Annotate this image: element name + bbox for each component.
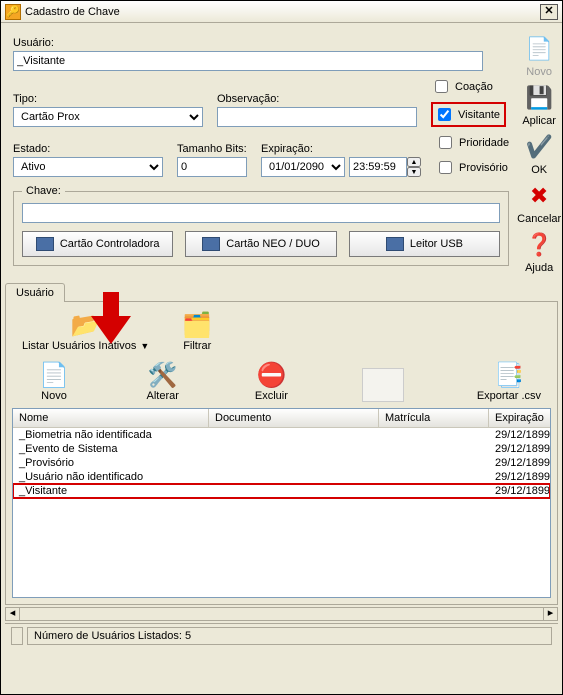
col-nome[interactable]: Nome: [13, 409, 209, 427]
users-listview[interactable]: Nome Documento Matrícula Expiração _Biom…: [12, 408, 551, 598]
listar-usuarios-inativos-button[interactable]: 📂 Listar Usuários Inativos▼: [22, 310, 149, 352]
ok-side-button[interactable]: ✔️OK: [517, 131, 561, 176]
cancel-icon: ✖: [523, 180, 555, 212]
save-icon: 💾: [523, 82, 555, 114]
chave-group: Chave: Cartão Controladora Cartão NEO / …: [13, 185, 509, 266]
col-documento[interactable]: Documento: [209, 409, 379, 427]
chave-legend: Chave:: [22, 185, 65, 197]
novo-side-button[interactable]: 📄Novo: [517, 33, 561, 78]
cell-matricula: [379, 470, 489, 484]
estado-label: Estado:: [13, 143, 163, 155]
help-icon: ❓: [523, 229, 555, 261]
scroll-right-icon[interactable]: ▸: [543, 608, 557, 620]
tamanho-label: Tamanho Bits:: [177, 143, 247, 155]
cell-matricula: [379, 484, 489, 498]
card-icon: [202, 237, 220, 251]
card-icon: [386, 237, 404, 251]
window: 🔑 Cadastro de Chave ✕ Usuário: Tipo: Car…: [0, 0, 563, 695]
cell-expiracao: 29/12/1899: [489, 484, 550, 498]
table-row[interactable]: _Biometria não identificada 29/12/1899: [13, 428, 550, 442]
window-title: Cadastro de Chave: [25, 6, 540, 18]
tipo-label: Tipo:: [13, 93, 203, 105]
prioridade-checkbox[interactable]: Prioridade: [435, 133, 509, 152]
new-icon: 📄: [523, 33, 555, 65]
cell-expiracao: 29/12/1899: [489, 442, 550, 456]
cell-nome: _Provisório: [13, 456, 209, 470]
coacao-checkbox[interactable]: Coação: [431, 77, 506, 96]
cell-documento: [209, 442, 379, 456]
tools-icon: 🛠️: [145, 360, 181, 390]
blank-button[interactable]: [362, 368, 404, 402]
chevron-down-icon: ▼: [140, 341, 149, 351]
usuario-label: Usuário:: [13, 37, 509, 49]
cell-expiracao: 29/12/1899: [489, 470, 550, 484]
visitante-checkbox[interactable]: Visitante: [431, 102, 506, 127]
alterar-button[interactable]: 🛠️Alterar: [145, 360, 181, 402]
expiracao-time[interactable]: [349, 157, 407, 177]
titlebar: 🔑 Cadastro de Chave ✕: [1, 1, 562, 23]
chave-input[interactable]: [22, 203, 500, 223]
tamanho-input[interactable]: [177, 157, 247, 177]
cell-nome: _Evento de Sistema: [13, 442, 209, 456]
novo-usuario-button[interactable]: 📄Novo: [36, 360, 72, 402]
status-grip: [11, 627, 23, 645]
new-doc-icon: 📄: [36, 360, 72, 390]
listview-header: Nome Documento Matrícula Expiração: [13, 409, 550, 428]
cell-matricula: [379, 456, 489, 470]
cancelar-side-button[interactable]: ✖Cancelar: [517, 180, 561, 225]
aplicar-side-button[interactable]: 💾Aplicar: [517, 82, 561, 127]
cell-matricula: [379, 442, 489, 456]
tipo-select[interactable]: Cartão Prox: [13, 107, 203, 127]
time-up[interactable]: ▲: [407, 157, 421, 167]
cell-documento: [209, 484, 379, 498]
cell-documento: [209, 470, 379, 484]
table-row[interactable]: _Provisório 29/12/1899: [13, 456, 550, 470]
tab-panel: 📂 Listar Usuários Inativos▼ 🗂️ Filtrar 📄…: [5, 301, 558, 605]
folder-search-icon: 📂: [68, 310, 104, 340]
filtrar-button[interactable]: 🗂️ Filtrar: [179, 310, 215, 352]
cartao-controladora-button[interactable]: Cartão Controladora: [22, 231, 173, 257]
horizontal-scrollbar[interactable]: ◂ ▸: [5, 607, 558, 621]
col-expiracao[interactable]: Expiração: [489, 409, 551, 427]
cell-matricula: [379, 428, 489, 442]
table-row[interactable]: _Usuário não identificado 29/12/1899: [13, 470, 550, 484]
status-bar: Número de Usuários Listados: 5: [5, 623, 558, 648]
export-icon: 📑: [491, 360, 527, 390]
time-down[interactable]: ▼: [407, 167, 421, 177]
expiracao-date[interactable]: 01/01/2090: [261, 157, 345, 177]
card-icon: [36, 237, 54, 251]
estado-select[interactable]: Ativo: [13, 157, 163, 177]
observacao-input[interactable]: [217, 107, 417, 127]
observacao-label: Observação:: [217, 93, 417, 105]
close-button[interactable]: ✕: [540, 4, 558, 20]
cell-nome: _Visitante: [13, 484, 209, 498]
exportar-csv-button[interactable]: 📑Exportar .csv: [477, 360, 541, 402]
tab-usuario[interactable]: Usuário: [5, 283, 65, 302]
cell-nome: _Biometria não identificada: [13, 428, 209, 442]
ajuda-side-button[interactable]: ❓Ajuda: [517, 229, 561, 274]
placeholder-icon: [362, 368, 404, 402]
scroll-left-icon[interactable]: ◂: [6, 608, 20, 620]
expiracao-label: Expiração:: [261, 143, 421, 155]
leitor-usb-button[interactable]: Leitor USB: [349, 231, 500, 257]
ok-icon: ✔️: [523, 131, 555, 163]
filter-icon: 🗂️: [179, 310, 215, 340]
cell-expiracao: 29/12/1899: [489, 428, 550, 442]
table-row[interactable]: _Evento de Sistema 29/12/1899: [13, 442, 550, 456]
delete-icon: ⛔: [253, 360, 289, 390]
excluir-button[interactable]: ⛔Excluir: [253, 360, 289, 402]
cartao-neo-duo-button[interactable]: Cartão NEO / DUO: [185, 231, 336, 257]
provisorio-checkbox[interactable]: Provisório: [435, 158, 509, 177]
table-row[interactable]: _Visitante 29/12/1899: [13, 484, 550, 498]
col-matricula[interactable]: Matrícula: [379, 409, 489, 427]
app-icon: 🔑: [5, 4, 21, 20]
status-count: Número de Usuários Listados: 5: [27, 627, 552, 645]
cell-documento: [209, 428, 379, 442]
usuario-input[interactable]: [13, 51, 483, 71]
cell-nome: _Usuário não identificado: [13, 470, 209, 484]
cell-expiracao: 29/12/1899: [489, 456, 550, 470]
cell-documento: [209, 456, 379, 470]
